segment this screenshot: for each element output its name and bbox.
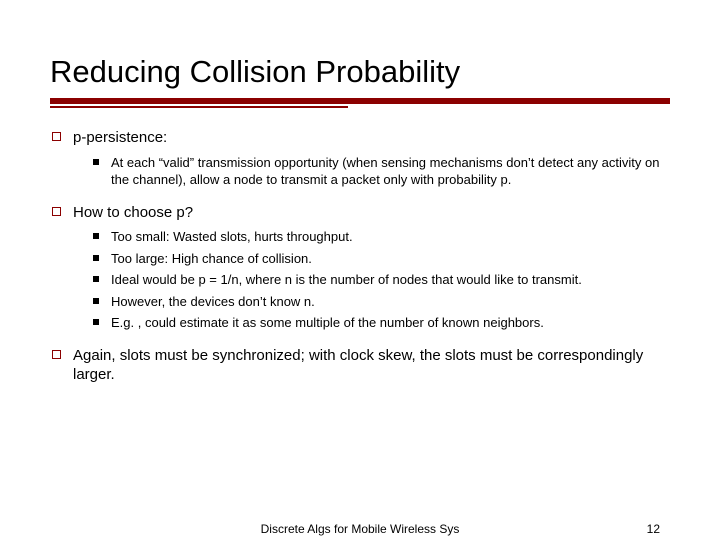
square-filled-icon (93, 319, 99, 325)
title-underline (50, 98, 670, 108)
page-number: 12 (647, 522, 660, 536)
thin-rule (50, 106, 348, 108)
footer-text: Discrete Algs for Mobile Wireless Sys (0, 522, 720, 536)
sub-list-item: At each “valid” transmission opportunity… (93, 154, 670, 189)
sub-list-text: Too large: High chance of collision. (111, 250, 670, 268)
square-filled-icon (93, 255, 99, 261)
slide-title: Reducing Collision Probability (50, 54, 670, 90)
thick-rule (50, 98, 670, 104)
list-item-text: How to choose p? (73, 203, 670, 223)
list-item-text: p-persistence: (73, 128, 670, 148)
sub-list-item: However, the devices don’t know n. (93, 293, 670, 311)
sub-list-text: However, the devices don’t know n. (111, 293, 670, 311)
sub-list: At each “valid” transmission opportunity… (73, 154, 670, 189)
sub-list-item: E.g. , could estimate it as some multipl… (93, 314, 670, 332)
list-item-body: Again, slots must be synchronized; with … (73, 346, 670, 385)
sub-list-item: Too large: High chance of collision. (93, 250, 670, 268)
sub-list-text: E.g. , could estimate it as some multipl… (111, 314, 670, 332)
sub-list-text: Ideal would be p = 1/n, where n is the n… (111, 271, 670, 289)
list-item: Again, slots must be synchronized; with … (52, 346, 670, 385)
sub-list-item: Ideal would be p = 1/n, where n is the n… (93, 271, 670, 289)
square-open-icon (52, 350, 61, 359)
sub-list-item: Too small: Wasted slots, hurts throughpu… (93, 228, 670, 246)
bullet-list: p-persistence: At each “valid” transmiss… (52, 128, 670, 385)
square-open-icon (52, 132, 61, 141)
list-item-body: p-persistence: At each “valid” transmiss… (73, 128, 670, 193)
sub-list-text: Too small: Wasted slots, hurts throughpu… (111, 228, 670, 246)
sub-list-text: At each “valid” transmission opportunity… (111, 154, 670, 189)
slide: Reducing Collision Probability p-persist… (0, 0, 720, 385)
content-area: p-persistence: At each “valid” transmiss… (50, 128, 670, 385)
sub-list: Too small: Wasted slots, hurts throughpu… (73, 228, 670, 332)
list-item: How to choose p? Too small: Wasted slots… (52, 203, 670, 336)
square-filled-icon (93, 159, 99, 165)
list-item: p-persistence: At each “valid” transmiss… (52, 128, 670, 193)
square-filled-icon (93, 276, 99, 282)
square-filled-icon (93, 298, 99, 304)
square-filled-icon (93, 233, 99, 239)
list-item-text: Again, slots must be synchronized; with … (73, 346, 670, 385)
square-open-icon (52, 207, 61, 216)
list-item-body: How to choose p? Too small: Wasted slots… (73, 203, 670, 336)
